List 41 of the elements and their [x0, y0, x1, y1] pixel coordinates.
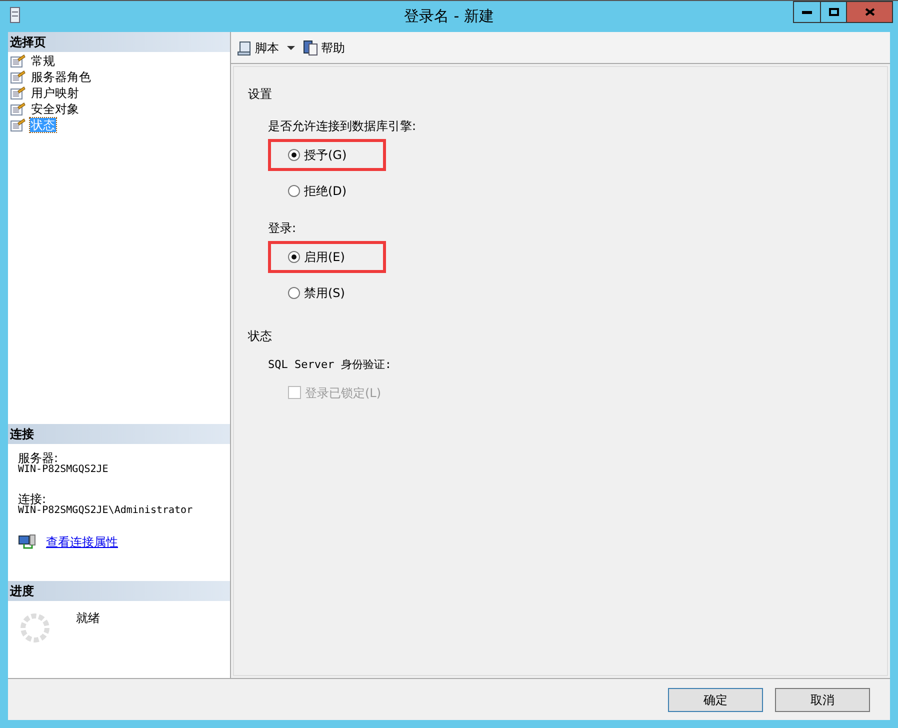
dialog-button[interactable]: 确定 [668, 688, 763, 712]
page-item[interactable]: 安全对象 [30, 102, 80, 116]
app-icon [10, 7, 20, 23]
close-button[interactable] [847, 1, 893, 23]
server-name: WIN-P82SMGQS2JE [18, 464, 110, 476]
section-header: 连接 [8, 424, 230, 444]
auth-label: SQL Server 身份验证: [268, 357, 392, 373]
radio-option[interactable]: 启用(E) [288, 248, 345, 266]
connection-label: 连接: [18, 493, 46, 505]
close-icon [864, 8, 874, 16]
script-button[interactable]: 脚本 [237, 38, 279, 56]
radio-option[interactable]: 禁用(S) [288, 284, 345, 302]
section-title: 状态 [248, 328, 273, 345]
computer-icon [18, 534, 36, 550]
radio-option[interactable]: 拒绝(D) [288, 182, 347, 200]
group-label: 登录: [268, 220, 298, 237]
dialog-button[interactable]: 取消 [775, 688, 870, 712]
minimize-button[interactable] [793, 1, 821, 23]
page-item[interactable]: 常规 [30, 54, 56, 68]
minimize-icon [802, 10, 812, 14]
radio-option[interactable]: 授予(G) [288, 146, 347, 164]
maximize-icon [828, 8, 838, 16]
spinner-icon [20, 613, 50, 643]
radio-icon[interactable] [288, 149, 300, 161]
connection-properties-link[interactable]: 查看连接属性 [46, 533, 118, 551]
page-item[interactable]: 用户映射 [30, 86, 80, 100]
section-header: 进度 [8, 581, 230, 601]
dropdown-caret-icon[interactable] [287, 46, 295, 50]
radio-icon[interactable] [288, 185, 300, 197]
radio-icon[interactable] [288, 287, 300, 299]
help-button[interactable]: 帮助 [303, 38, 345, 56]
section-header: 选择页 [8, 32, 230, 52]
connection-name: WIN-P82SMGQS2JE\Administrator [18, 505, 194, 517]
window-title: 登录名 - 新建 [404, 7, 494, 26]
section-title: 设置 [248, 86, 273, 103]
radio-icon[interactable] [288, 251, 300, 263]
page-item[interactable]: 服务器角色 [30, 70, 92, 84]
group-label: 是否允许连接到数据库引擎: [268, 118, 418, 135]
server-label: 服务器: [18, 452, 58, 464]
progress-status: 就绪 [76, 610, 100, 627]
document-icon [303, 40, 319, 56]
